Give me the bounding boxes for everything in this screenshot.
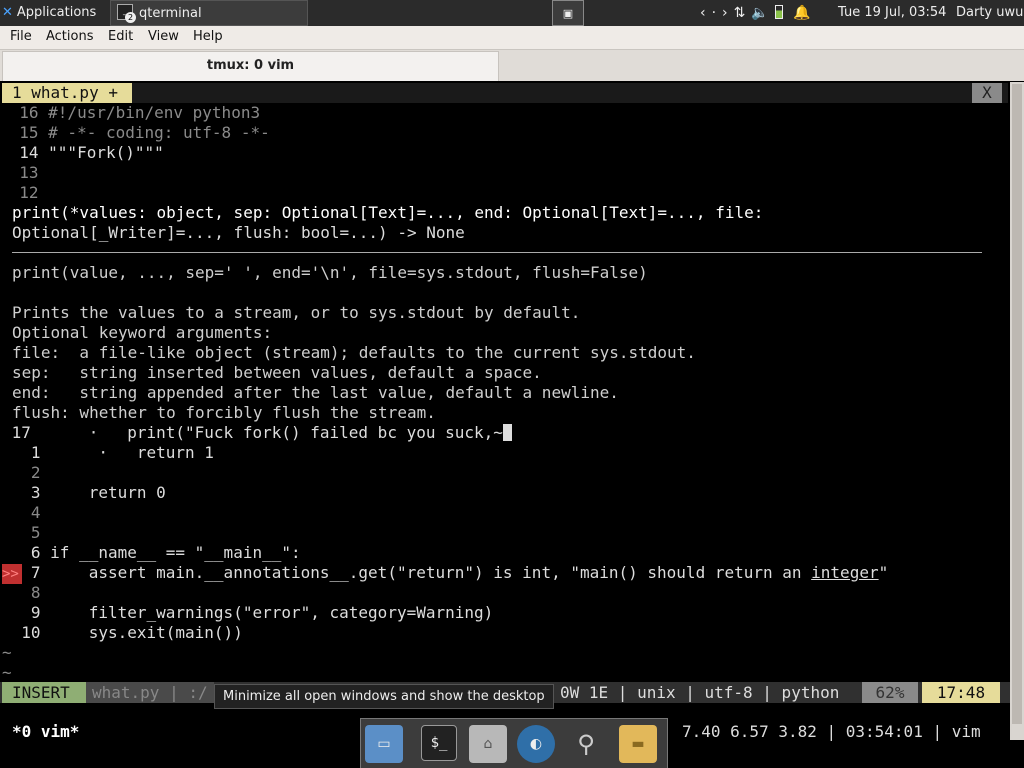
doc-line: print(value, ..., sep=' ', end='\n', fil…	[12, 263, 648, 282]
vim-mode: INSERT	[2, 682, 92, 703]
vim-filename: what.py | :/	[86, 682, 214, 703]
show-desktop-icon[interactable]: ▭	[365, 725, 403, 763]
code-line-text: 17 · print("Fuck fork() failed bc you su…	[2, 423, 503, 442]
home-folder-icon[interactable]: ⌂	[469, 725, 507, 763]
battery-icon[interactable]	[774, 5, 783, 19]
tmux-window[interactable]: *0 vim*	[12, 722, 79, 742]
applications-menu[interactable]: ✕ Applications	[2, 0, 96, 26]
code-line: 15 # -*- coding: utf-8 -*-	[0, 123, 270, 142]
code-line: 8	[2, 583, 41, 602]
volume-icon[interactable]: 🔈	[751, 5, 774, 21]
window-count-badge: 2	[125, 12, 136, 23]
menu-file[interactable]: File	[10, 29, 32, 44]
code-line-text: "	[878, 563, 889, 582]
doc-line: flush: whether to forcibly flush the str…	[12, 403, 436, 422]
tooltip: Minimize all open windows and show the d…	[214, 684, 554, 709]
code-line-current: 17 · print("Fuck fork() failed bc you su…	[2, 423, 512, 443]
terminal-icon: ▣	[562, 7, 574, 20]
code-line: 6 if __name__ == "__main__":	[2, 543, 301, 562]
tray-terminal-button[interactable]: ▣	[552, 0, 584, 26]
doc-line: end: string appended after the last valu…	[12, 383, 619, 402]
code-line: 14 """Fork()"""	[0, 143, 164, 162]
files-icon[interactable]: ▬	[619, 725, 657, 763]
vim-buffer-tab[interactable]: 1 what.py +	[2, 83, 132, 103]
code-line: 10 sys.exit(main())	[2, 623, 243, 642]
tilde-line: ~	[2, 643, 12, 662]
code-line: 13	[0, 163, 39, 182]
tmux-status-right: 7.40 6.57 3.82 | 03:54:01 | vim	[682, 722, 981, 741]
code-line: 4	[2, 503, 41, 522]
vim-percent: 62%	[862, 682, 918, 703]
doc-separator	[12, 252, 982, 253]
code-line: 16 #!/usr/bin/env python3	[0, 103, 261, 122]
code-line-error: 7 assert main.__annotations__.get("retur…	[2, 563, 888, 583]
notification-bell-icon[interactable]: 🔔	[793, 5, 816, 21]
menu-edit[interactable]: Edit	[108, 29, 133, 44]
top-panel: ✕ Applications _ 2 qterminal ▣ ‹·›⇅🔈 🔔 Tu…	[0, 0, 1024, 26]
menu-help[interactable]: Help	[193, 29, 223, 44]
user-menu[interactable]: Darty uwu	[956, 0, 1023, 26]
dock: ▭ $_ ⌂ ◐ ⚲ ▬	[360, 718, 668, 768]
code-line: 3 return 0	[2, 483, 166, 502]
vim-buffer-bar	[2, 83, 1008, 103]
error-underline: integer	[811, 563, 879, 582]
vim-status-info: 0W 1E | unix | utf-8 | python	[560, 683, 840, 702]
tab-tmux[interactable]: tmux: 0 vim	[2, 51, 499, 81]
code-line: 9 filter_warnings("error", category=Warn…	[2, 603, 494, 622]
code-line: 2	[2, 463, 41, 482]
terminal-area[interactable]: 1 what.py + X 16 #!/usr/bin/env python3 …	[0, 82, 1010, 742]
clock[interactable]: Tue 19 Jul, 03:54	[838, 0, 946, 26]
code-line: 5	[2, 523, 41, 542]
system-tray: ‹·›⇅🔈 🔔	[700, 0, 817, 26]
doc-line: Optional keyword arguments:	[12, 323, 273, 342]
menu-view[interactable]: View	[148, 29, 179, 44]
applications-label: Applications	[16, 5, 97, 20]
doc-line: Prints the values to a stream, or to sys…	[12, 303, 581, 322]
terminal-icon[interactable]: $_	[421, 725, 457, 761]
doc-line: sep: string inserted between values, def…	[12, 363, 542, 382]
code-line-text: 7 assert main.__annotations__.get("retur…	[2, 563, 812, 582]
vim-cursor-position: 17:48	[922, 682, 1000, 703]
search-icon[interactable]: ⚲	[567, 725, 605, 763]
scrollbar-thumb[interactable]	[1012, 84, 1022, 724]
code-line: 12	[0, 183, 39, 202]
code-line: 1 · return 1	[2, 443, 214, 462]
text-cursor	[502, 424, 512, 441]
vim-close-button[interactable]: X	[972, 83, 1002, 103]
doc-line: file: a file-like object (stream); defau…	[12, 343, 696, 362]
terminal-scrollbar[interactable]	[1010, 82, 1024, 740]
tab-bar: tmux: 0 vim	[0, 50, 1024, 81]
tilde-line: ~	[2, 663, 12, 682]
signature-line: Optional[_Writer]=..., flush: bool=...) …	[12, 223, 465, 242]
menu-actions[interactable]: Actions	[46, 29, 94, 44]
web-browser-icon[interactable]: ◐	[517, 725, 555, 763]
signature-line: print(*values: object, sep: Optional[Tex…	[12, 203, 764, 222]
taskbar-title: qterminal	[139, 6, 202, 21]
network-updown-icon[interactable]: ⇅	[734, 5, 752, 21]
menubar: File Actions Edit View Help	[0, 26, 1024, 50]
network-arrows-icon[interactable]: ‹·›	[700, 5, 734, 21]
taskbar-button-qterminal[interactable]: _ 2 qterminal	[110, 0, 308, 26]
xfce-logo-icon: ✕	[2, 5, 13, 20]
